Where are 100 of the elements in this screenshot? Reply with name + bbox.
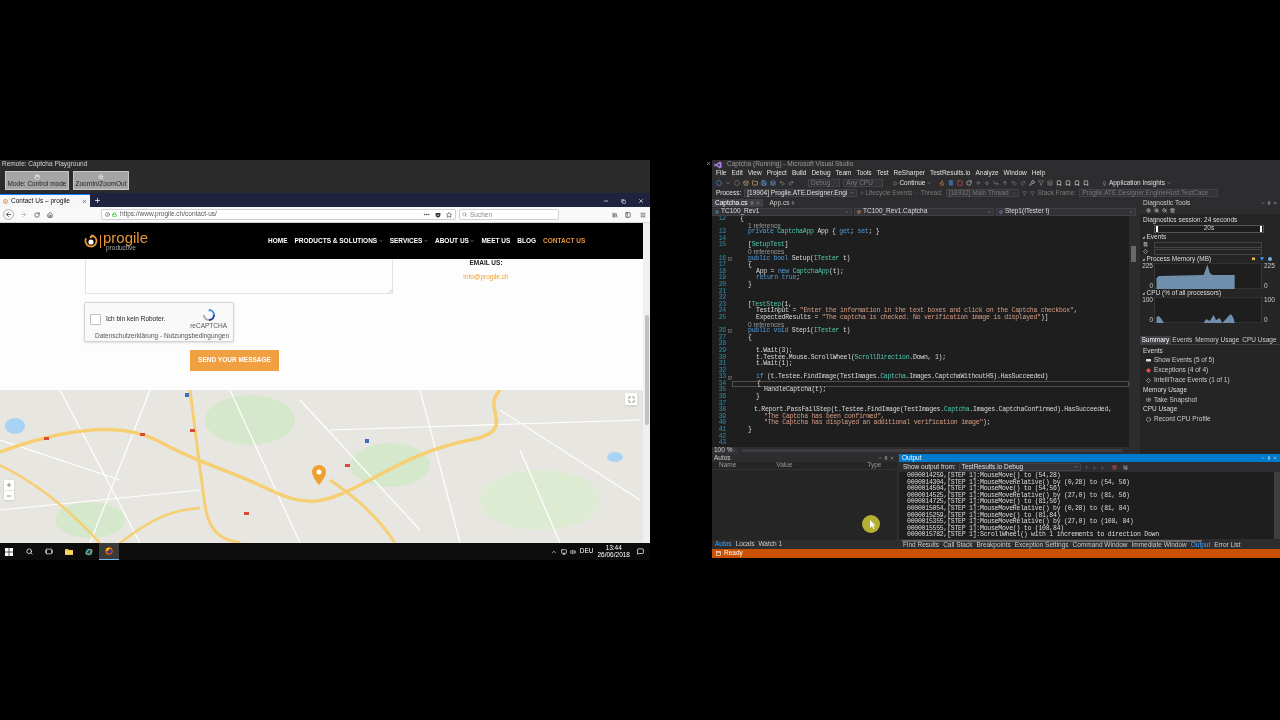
window-icon [716,551,721,556]
star-icon[interactable] [446,211,452,218]
app-logo-icon [714,160,722,169]
diamond-icon [1146,368,1151,373]
flame-icon[interactable] [938,180,945,186]
lock-icon [112,212,117,217]
minus-square-icon[interactable] [727,256,732,261]
cube-icon [715,209,719,214]
vertical-scrollbar[interactable] [1274,472,1280,539]
expanded-arrow-icon[interactable] [1142,235,1145,239]
pin-icon[interactable] [1267,201,1271,205]
mouse-cursor-icon [862,515,880,533]
chevron-down-icon [378,239,383,243]
restart-icon[interactable] [965,180,972,186]
task-view-icon[interactable] [45,548,53,555]
plus-icon [6,482,12,488]
zoom-out-button[interactable] [4,490,14,500]
minimize-icon[interactable] [603,198,609,204]
settings-icon[interactable] [1146,208,1151,213]
rounded-bar-icon [1146,359,1151,362]
resize-grip-icon[interactable] [388,289,392,293]
search-icon[interactable] [26,548,33,555]
hollow-diamond-icon [1146,377,1151,383]
arrow-up-icon[interactable] [1083,464,1089,470]
filter-icon[interactable] [1021,190,1027,196]
minus-square-icon[interactable] [727,375,732,380]
minus-icon [6,492,12,499]
speech-bubble-icon[interactable] [637,548,644,555]
arrow-down-icon[interactable] [1091,464,1097,470]
info-icon[interactable] [105,212,110,217]
cube-icon [999,209,1003,214]
minus-square-icon[interactable] [727,329,732,334]
stop-icon[interactable] [956,180,963,186]
logo-wordmark[interactable]: progile [103,230,149,244]
reload-icon[interactable] [34,211,40,218]
plus-icon[interactable] [94,197,101,204]
filter-icon[interactable] [1029,190,1035,196]
arrow-up-icon[interactable] [1001,180,1008,186]
arrow-right-icon[interactable] [974,180,981,186]
page-scrollbar[interactable] [643,223,650,543]
caret-icon[interactable] [725,180,731,186]
speaker-icon[interactable] [569,548,576,555]
wrench-icon[interactable] [1028,180,1035,186]
horizontal-scrollbar[interactable] [902,539,1202,542]
word-wrap-icon[interactable] [1122,464,1128,470]
globe-orbit-icon [85,547,93,556]
layers-icon[interactable] [770,180,776,186]
filter-icon[interactable] [1037,180,1044,186]
menu-icon[interactable] [640,211,646,218]
windows-logo-icon[interactable] [5,547,13,556]
redo-icon[interactable] [1019,180,1026,186]
expanded-arrow-icon[interactable] [1142,257,1145,261]
home-icon[interactable] [47,211,53,218]
browser-logo-icon [105,547,113,555]
range-handle[interactable] [1156,225,1158,232]
arrow-down-icon[interactable] [983,180,990,186]
play-icon [892,180,898,186]
corner-arrow-icon[interactable] [992,180,999,186]
camera-icon [1146,397,1151,403]
ring-icon [3,198,8,204]
editor-scrollbar[interactable] [1129,216,1137,447]
chevron-up-icon[interactable] [550,548,557,555]
circle-icon[interactable] [734,180,740,186]
expanded-arrow-icon[interactable] [1142,291,1145,295]
trash-icon[interactable] [1170,208,1175,213]
scrollbar-thumb[interactable] [1130,246,1136,262]
redo-icon[interactable] [788,180,794,186]
trash-icon[interactable] [1111,464,1117,470]
undo-icon[interactable] [779,180,785,186]
undo-icon[interactable] [1010,180,1017,186]
logo-mark-icon[interactable] [84,234,98,248]
lightbulb-icon [1101,180,1107,186]
sidebar-icon[interactable] [625,211,631,218]
zoom-out-icon[interactable] [1162,208,1167,213]
monitor-icon[interactable] [560,548,567,555]
zoom-in-icon[interactable] [1154,208,1159,213]
scrollbar-thumb[interactable] [644,315,649,425]
circle-icon[interactable] [716,180,722,186]
arrow-right-icon[interactable] [20,211,27,218]
save-icon[interactable] [761,180,767,186]
circle-marker-icon [1268,257,1272,261]
library-icon[interactable] [612,211,618,218]
pin-icon[interactable] [884,456,888,460]
cube-icon [857,209,861,214]
folder-icon[interactable] [752,180,758,186]
pause-icon[interactable] [947,180,954,186]
range-handle[interactable] [1260,225,1262,232]
zoom-in-button[interactable] [4,480,14,490]
cube-icon[interactable] [743,180,749,186]
shield-icon[interactable] [435,211,441,218]
captcha-checkbox[interactable] [90,313,101,325]
arrow-down-icon[interactable] [1099,464,1105,470]
back-button[interactable] [3,209,14,220]
restore-icon[interactable] [621,199,626,204]
fullscreen-button[interactable] [625,393,637,405]
triangle-marker-icon [1259,257,1264,261]
close-icon[interactable] [82,198,87,204]
layers-icon[interactable] [1046,180,1053,186]
map-pin-icon[interactable] [312,465,326,485]
search-icon [462,212,467,217]
